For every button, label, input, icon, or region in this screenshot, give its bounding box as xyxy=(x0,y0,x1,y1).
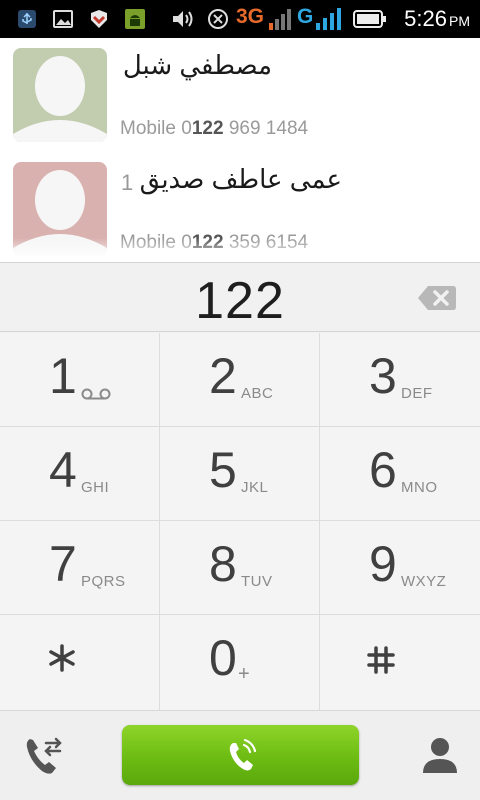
network-3g-label: 3G xyxy=(236,5,265,28)
key-digit: 7 xyxy=(49,536,77,592)
battery-icon xyxy=(352,8,388,30)
data-sync-icon xyxy=(205,8,231,30)
volume-icon xyxy=(170,8,196,30)
key-star[interactable] xyxy=(0,615,160,710)
call-button[interactable] xyxy=(122,725,359,785)
key-7[interactable]: 7 PQRS xyxy=(0,521,160,615)
key-1[interactable]: 1 xyxy=(0,333,160,427)
call-log-icon xyxy=(26,737,62,774)
key-pound[interactable] xyxy=(320,615,480,710)
phone-prefix: 0 xyxy=(181,118,192,139)
android-debug-icon xyxy=(122,8,148,30)
signal-bars-icon xyxy=(314,8,344,30)
asterisk-icon xyxy=(49,644,75,672)
dialed-number[interactable]: 122 xyxy=(0,271,480,331)
network-g-label: G xyxy=(297,5,314,28)
key-letters: PQRS xyxy=(81,573,126,590)
key-digit: 4 xyxy=(49,442,77,498)
key-letters: + xyxy=(238,663,251,685)
key-digit: 5 xyxy=(209,442,237,498)
contact-name: مصطفي شبل xyxy=(122,50,272,80)
key-6[interactable]: 6 MNO xyxy=(320,427,480,521)
key-8[interactable]: 8 TUV xyxy=(160,521,320,615)
key-digit: 6 xyxy=(369,442,397,498)
key-9[interactable]: 9 WXYZ xyxy=(320,521,480,615)
key-letters: MNO xyxy=(401,479,438,496)
pound-icon xyxy=(367,646,395,674)
key-digit: 2 xyxy=(209,348,237,404)
key-digit: 1 xyxy=(49,348,77,404)
signal-icon xyxy=(268,8,294,30)
contact-suggestion-list: مصطفي شبل Mobile 0122 969 1484 1 عمى عاط… xyxy=(0,38,480,262)
usb-icon xyxy=(14,8,40,30)
key-digit: 9 xyxy=(369,536,397,592)
key-0[interactable]: 0 + xyxy=(160,615,320,710)
contacts-button[interactable] xyxy=(420,735,460,777)
key-letters: DEF xyxy=(401,385,433,402)
time-ampm: PM xyxy=(449,13,470,29)
phone-match-highlight: 122 xyxy=(191,118,224,139)
dialer-bottom-bar xyxy=(0,710,480,800)
key-letters: ABC xyxy=(241,385,274,402)
person-icon xyxy=(423,738,457,773)
time-value: 5:26 xyxy=(404,6,447,31)
key-letters: JKL xyxy=(241,479,269,496)
status-time: 5:26 PM xyxy=(404,6,470,32)
key-digit: 3 xyxy=(369,348,397,404)
key-3[interactable]: 3 DEF xyxy=(320,333,480,427)
phone-rest: 969 1484 xyxy=(223,118,309,139)
status-bar: 3G G 5:26 PM xyxy=(0,0,480,38)
call-log-button[interactable] xyxy=(24,735,64,777)
phone-call-icon xyxy=(229,738,257,771)
key-4[interactable]: 4 GHI xyxy=(0,427,160,521)
key-5[interactable]: 5 JKL xyxy=(160,427,320,521)
backspace-button[interactable] xyxy=(417,285,457,311)
contact-name: عمى عاطف صديق xyxy=(139,164,342,194)
list-fade-overlay xyxy=(0,238,480,262)
key-letters: TUV xyxy=(241,573,273,590)
phone-type-label: Mobile xyxy=(120,118,176,139)
key-letters: WXYZ xyxy=(401,573,447,590)
dial-number-display[interactable]: 122 xyxy=(0,262,480,332)
contact-item[interactable]: مصطفي شبل Mobile 0122 969 1484 xyxy=(0,38,480,152)
dial-keypad: 1 2 ABC 3 DEF 4 GHI 5 JKL 6 MNO 7 PQRS 8… xyxy=(0,333,480,710)
image-notification-icon xyxy=(50,8,76,30)
app-notification-icon xyxy=(86,8,112,30)
contact-phone: Mobile 0122 969 1484 xyxy=(120,118,308,140)
backspace-icon xyxy=(418,286,456,310)
key-digit: 0 xyxy=(209,630,237,686)
key-letters: GHI xyxy=(81,479,110,496)
key-digit: 8 xyxy=(209,536,237,592)
key-2[interactable]: 2 ABC xyxy=(160,333,320,427)
voicemail-icon xyxy=(81,388,111,400)
